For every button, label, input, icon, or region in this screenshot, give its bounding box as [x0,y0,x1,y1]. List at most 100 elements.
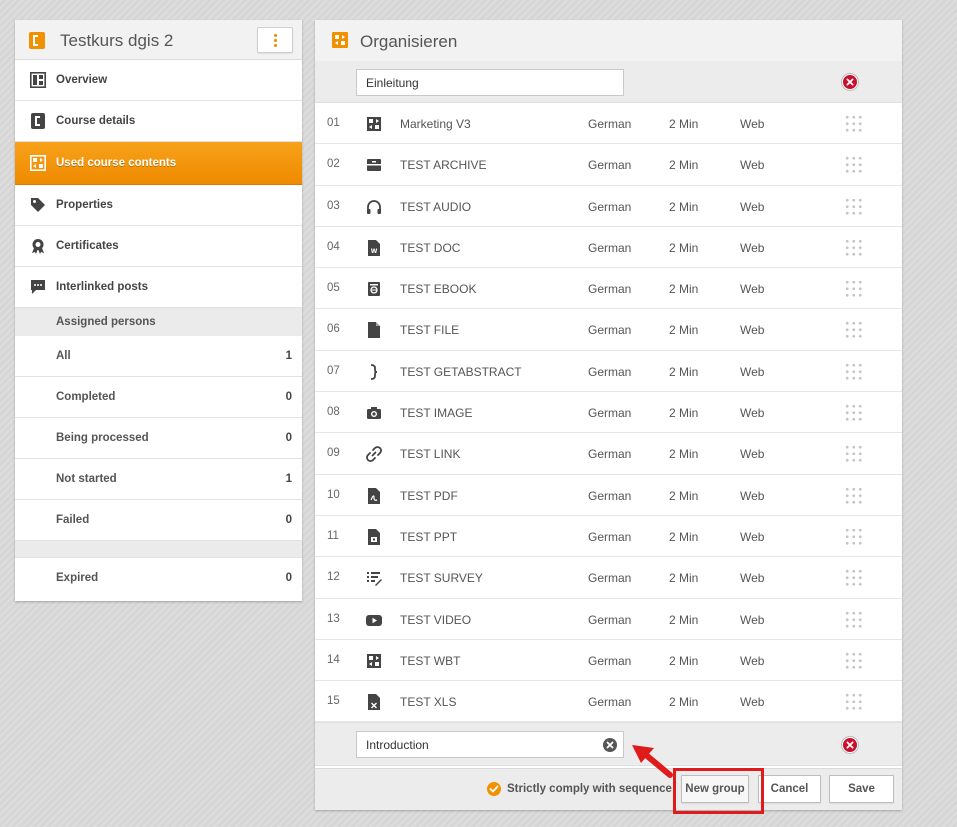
row-number: 02 [327,158,340,171]
content-platform: Web [740,282,765,297]
drag-handle-icon[interactable] [844,485,864,506]
content-row[interactable]: 04 W TEST DOC German 2 Min Web [315,227,902,269]
annotation-arrow-icon [632,745,673,778]
drag-handle-icon[interactable] [844,361,864,382]
drag-handle-icon[interactable] [844,568,864,589]
content-row[interactable]: 09 TEST LINK German 2 Min Web [315,433,902,475]
sidebar-item-course-details[interactable]: Course details [15,101,302,142]
content-language: German [588,653,632,668]
group-header-einleitung: Einleitung [315,61,902,103]
content-language: German [588,158,632,173]
drag-handle-icon[interactable] [844,403,864,424]
content-platform: Web [740,612,765,627]
stat-row-all[interactable]: All 1 [15,336,302,377]
stat-count: 1 [285,350,292,362]
sidebar-item-interlinked-posts[interactable]: Interlinked posts [15,267,302,308]
drag-handle-icon[interactable] [844,196,864,217]
group-name-value: Introduction [366,738,429,753]
strict-sequence-toggle[interactable]: Strictly comply with sequence [487,782,672,796]
content-language: German [588,695,632,710]
row-number: 12 [327,571,340,584]
content-platform: Web [740,447,765,462]
content-language: German [588,199,632,214]
stat-count: 0 [285,391,292,403]
content-row[interactable]: 01 Marketing V3 German 2 Min Web [315,103,902,145]
course-contents-icon [332,32,348,48]
content-duration: 2 Min [669,447,699,462]
drag-handle-icon[interactable] [844,526,864,547]
stat-row-being-processed[interactable]: Being processed 0 [15,418,302,459]
link-icon [366,446,382,463]
drag-handle-icon[interactable] [844,114,864,134]
sidebar-item-certificates[interactable]: Certificates [15,226,302,267]
content-name: TEST DOC [400,240,461,255]
drag-handle-icon[interactable] [844,444,864,465]
stat-count: 0 [285,432,292,444]
content-row[interactable]: 11 TEST PPT German 2 Min Web [315,516,902,558]
overview-icon [30,72,46,88]
cancel-button[interactable]: Cancel [758,775,821,803]
content-duration: 2 Min [669,158,699,173]
drag-handle-icon[interactable] [844,609,864,630]
drag-handle-icon[interactable] [844,279,864,300]
row-number: 11 [327,529,339,542]
sidebar-item-properties[interactable]: Properties [15,185,302,226]
content-language: German [588,612,632,627]
drag-handle-icon[interactable] [844,692,864,713]
content-language: German [588,406,632,421]
content-name: TEST IMAGE [400,406,473,421]
clear-input-icon[interactable] [603,738,617,753]
course-contents-icon [30,155,46,171]
content-row[interactable]: 06 TEST FILE German 2 Min Web [315,309,902,351]
organize-title: Organisieren [360,32,458,51]
content-language: German [588,282,632,297]
content-row[interactable]: 10 TEST PDF German 2 Min Web [315,475,902,516]
stat-row-not-started[interactable]: Not started 1 [15,459,302,500]
drag-handle-icon[interactable] [844,237,864,258]
content-platform: Web [740,117,765,131]
content-row[interactable]: 15 TEST XLS German 2 Min Web [315,681,902,723]
stat-row-failed[interactable]: Failed 0 [15,500,302,541]
sidebar-item-label: Interlinked posts [56,281,149,293]
annotation-highlight-box [673,768,764,814]
content-row[interactable]: 08 TEST IMAGE German 2 Min Web [315,392,902,434]
content-name: TEST PPT [400,529,458,544]
content-duration: 2 Min [669,653,699,668]
content-row[interactable]: 03 TEST AUDIO German 2 Min Web [315,186,902,227]
content-platform: Web [740,199,765,214]
content-row[interactable]: 05 TEST EBOOK German 2 Min Web [315,268,902,310]
save-button[interactable]: Save [829,775,894,803]
content-platform: Web [740,364,765,379]
group-header-introduction: Introduction [315,722,902,767]
drag-handle-icon[interactable] [844,650,864,671]
row-number: 15 [327,695,340,708]
content-row[interactable]: 02 TEST ARCHIVE German 2 Min Web [315,144,902,186]
group-name-input[interactable]: Introduction [356,731,624,759]
stat-row-expired[interactable]: Expired 0 [15,558,302,599]
content-row[interactable]: 07 TEST GETABSTRACT German 2 Min Web [315,351,902,393]
row-number: 10 [327,488,340,501]
sidebar-header: Testkurs dgis 2 [15,20,302,60]
course-menu-button[interactable] [257,27,293,53]
content-duration: 2 Min [669,323,699,338]
content-name: TEST EBOOK [400,282,477,297]
headphones-icon [367,199,381,214]
course-logo-icon [29,32,45,49]
content-row[interactable]: 13 TEST VIDEO German 2 Min Web [315,599,902,640]
sidebar-item-used-course-contents[interactable]: Used course contents [15,142,302,185]
pdf-icon [368,487,380,504]
content-row[interactable]: 14 TEST WBT German 2 Min Web [315,640,902,682]
doc-icon: W [368,239,380,256]
content-name: TEST ARCHIVE [400,158,487,173]
stat-count: 0 [285,514,292,526]
drag-handle-icon[interactable] [844,320,864,341]
remove-group-button[interactable] [842,74,858,90]
remove-group-button[interactable] [842,737,858,754]
group-name-input[interactable]: Einleitung [356,69,624,96]
row-number: 01 [327,117,340,129]
content-row[interactable]: 12 TEST SURVEY German 2 Min Web [315,557,902,599]
sidebar-item-label: Used course contents [56,157,177,169]
sidebar-item-overview[interactable]: Overview [15,60,302,101]
stat-row-completed[interactable]: Completed 0 [15,377,302,418]
drag-handle-icon[interactable] [844,155,864,176]
